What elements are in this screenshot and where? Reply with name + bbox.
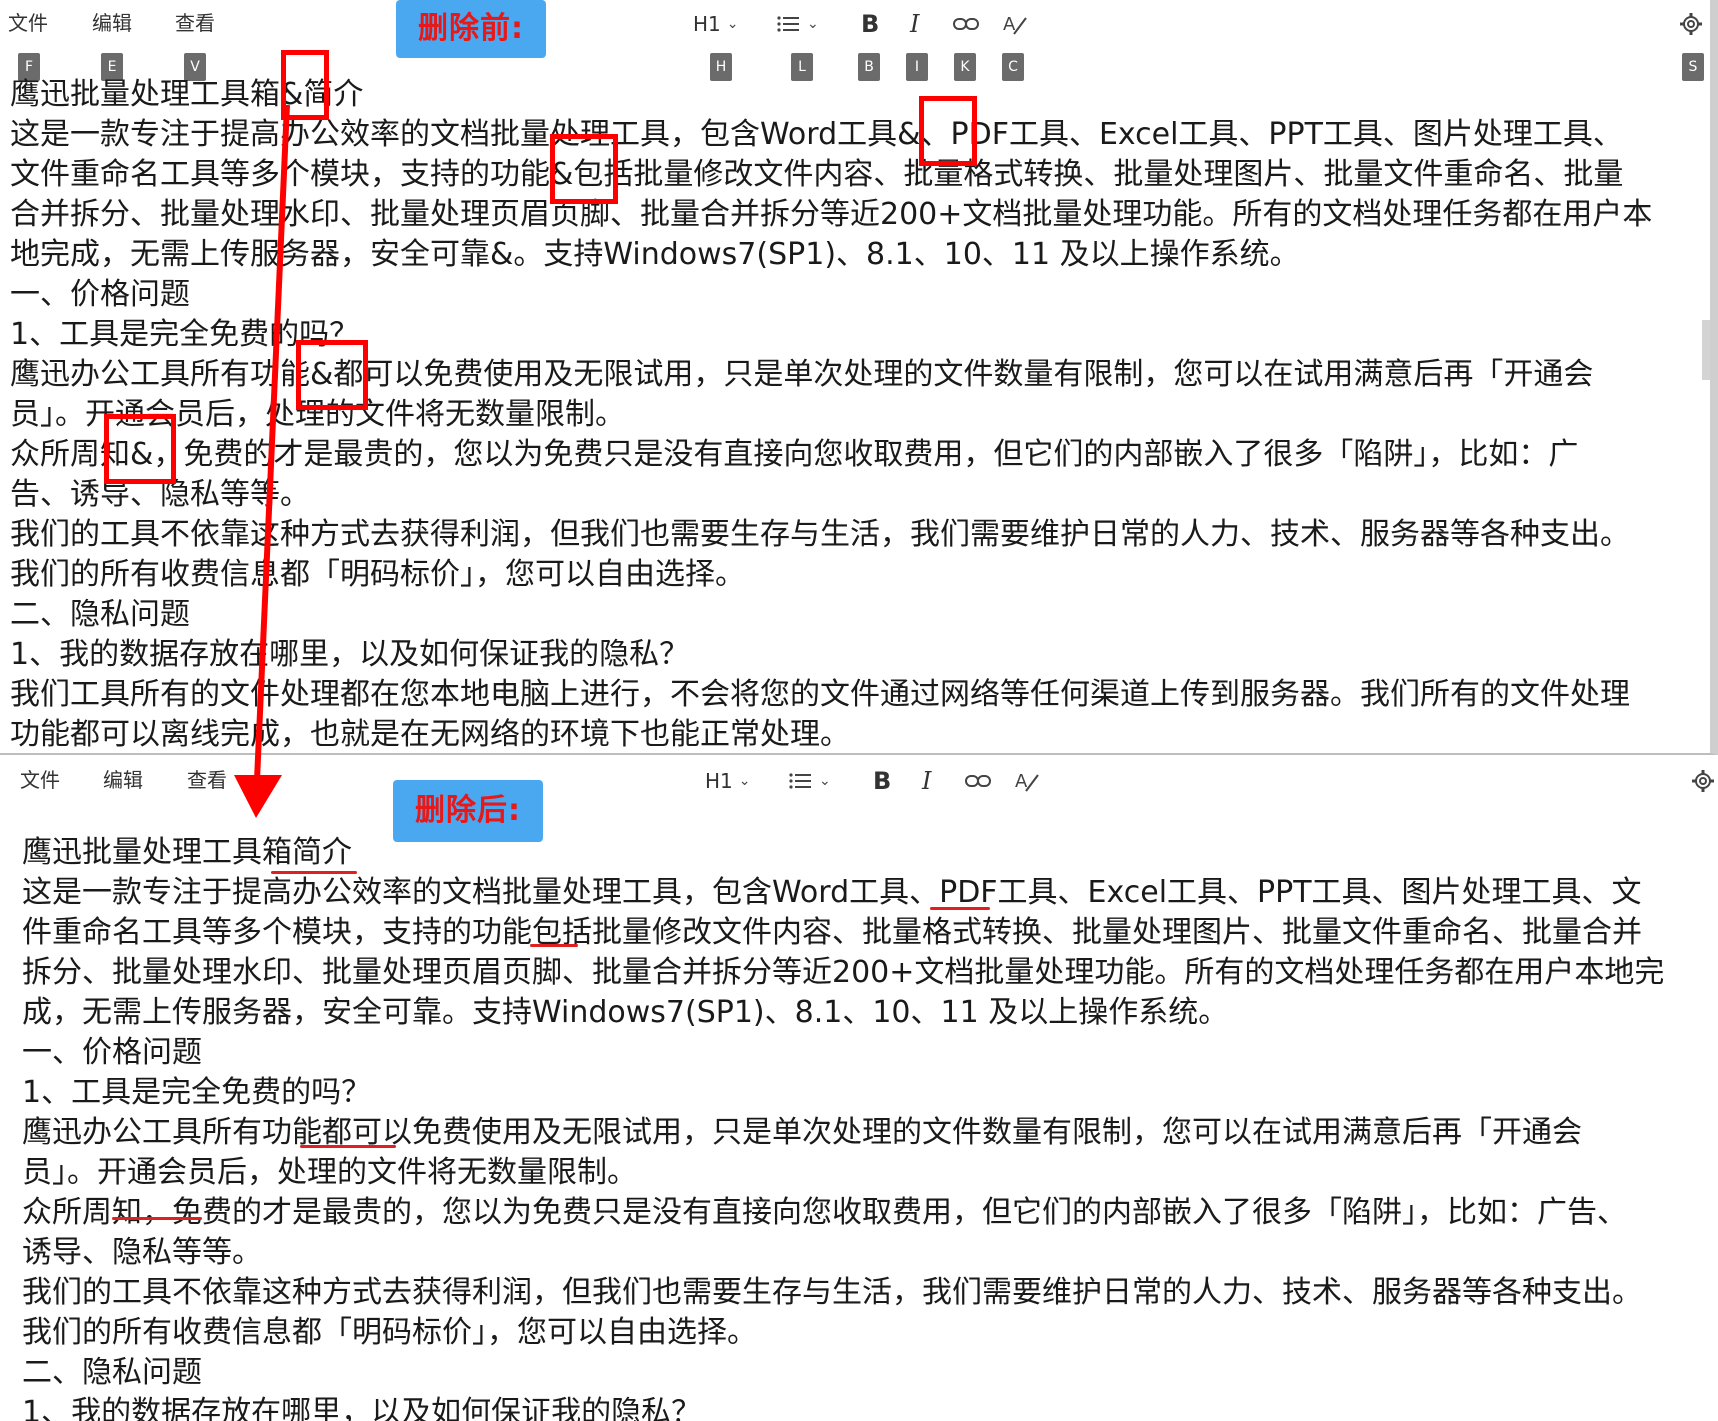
doc-line: 鹰迅办公工具所有功能&都可以免费使用及无限试用，只是单次处理的文件数量有限制，您… xyxy=(10,357,1594,392)
doc-line: 合并拆分、批量处理水印、批量处理页眉页脚、批量合并拆分等近200+文档批量处理功… xyxy=(10,197,1653,232)
heading-dropdown[interactable]: H1 ⌄ xyxy=(705,765,751,797)
italic-label: I xyxy=(910,10,920,38)
doc-line: 众所周知&，免费的才是最贵的，您以为免费只是没有直接向您收取费用，但它们的内部嵌… xyxy=(10,437,1579,472)
removal-underline xyxy=(271,871,357,874)
clear-format-button[interactable]: A xyxy=(1014,765,1040,797)
gear-icon xyxy=(1680,13,1702,35)
document-before[interactable]: 鹰迅批量处理工具箱&简介 这是一款专注于提高办公效率的文档批量处理工具，包含Wo… xyxy=(10,75,1653,753)
doc-line: 1、工具是完全免费的吗？ xyxy=(22,1075,372,1110)
doc-line: 一、价格问题 xyxy=(22,1035,202,1070)
doc-line: 这是一款专注于提高办公效率的文档批量处理工具，包含Word工具&、PDF工具、E… xyxy=(10,117,1623,152)
doc-line: 功能都可以离线完成，也就是在无网络的环境下也能正常处理。 xyxy=(10,717,850,752)
bold-label: B xyxy=(861,10,880,38)
document-after[interactable]: 鹰迅批量处理工具箱简介 这是一款专注于提高办公效率的文档批量处理工具，包含Wor… xyxy=(22,833,1664,1421)
heading-label: H1 xyxy=(705,769,733,793)
doc-line: 地完成，无需上传服务器，安全可靠&。支持Windows7(SP1)、8.1、10… xyxy=(10,237,1300,272)
settings-button[interactable] xyxy=(1692,765,1714,797)
removal-underline xyxy=(300,1145,396,1148)
bold-button[interactable]: B xyxy=(861,8,879,40)
chevron-down-icon: ⌄ xyxy=(726,16,739,32)
doc-line: 我们工具所有的文件处理都在您本地电脑上进行，不会将您的文件通过网络等任何渠道上传… xyxy=(10,677,1630,712)
doc-line: 众所周知，免费的才是最贵的，您以为免费只是没有直接向您收取费用，但它们的内部嵌入… xyxy=(22,1195,1627,1230)
menu-edit[interactable]: 编辑 xyxy=(92,8,132,38)
doc-line: 鹰迅批量处理工具箱&简介 xyxy=(10,77,364,112)
link-button[interactable] xyxy=(965,765,991,797)
doc-line: 这是一款专注于提高办公效率的文档批量处理工具，包含Word工具、PDF工具、Ex… xyxy=(22,875,1642,910)
highlight-box xyxy=(281,50,329,120)
list-dropdown[interactable]: ⌄ xyxy=(777,8,819,40)
italic-label: I xyxy=(922,767,932,795)
highlight-box xyxy=(919,96,977,166)
editor-after: 文件 编辑 查看 H1 ⌄ ⌄ B I A 删除后: 鹰迅批量处理工具箱简介 这… xyxy=(0,757,1718,1421)
list-dropdown[interactable]: ⌄ xyxy=(789,765,831,797)
doc-line: 成，无需上传服务器，安全可靠。支持Windows7(SP1)、8.1、10、11… xyxy=(22,995,1229,1030)
link-button[interactable] xyxy=(953,8,979,40)
menu-view[interactable]: 查看 xyxy=(187,765,227,795)
doc-line: 员」。开通会员后，处理的文件将无数量限制。 xyxy=(10,397,625,432)
bold-label: B xyxy=(873,767,892,795)
doc-line: 二、隐私问题 xyxy=(10,597,190,632)
link-icon xyxy=(953,15,979,33)
clear-format-icon: A xyxy=(1002,12,1028,36)
menu-edit[interactable]: 编辑 xyxy=(103,765,143,795)
doc-line: 员」。开通会员后，处理的文件将无数量限制。 xyxy=(22,1155,637,1190)
doc-line: 告、诱导、隐私等等。 xyxy=(10,477,310,512)
list-icon xyxy=(777,14,801,34)
removal-underline xyxy=(112,1217,202,1220)
removal-underline xyxy=(930,907,990,910)
removal-underline xyxy=(530,944,578,947)
highlight-box xyxy=(104,414,176,484)
list-icon xyxy=(789,771,813,791)
clear-format-button[interactable]: A xyxy=(1002,8,1028,40)
editor-before: 文件 编辑 查看 H1 ⌄ ⌄ B I A F E V H L B I K C … xyxy=(0,0,1718,755)
doc-line: 1、工具是完全免费的吗？ xyxy=(10,317,360,352)
highlight-box xyxy=(296,340,368,410)
link-icon xyxy=(965,772,991,790)
svg-text:A: A xyxy=(1015,771,1028,792)
keytip-settings: S xyxy=(1682,53,1704,81)
doc-line: 一、价格问题 xyxy=(10,277,190,312)
heading-label: H1 xyxy=(693,12,721,36)
doc-line: 件重命名工具等多个模块，支持的功能包括批量修改文件内容、批量格式转换、批量处理图… xyxy=(22,915,1642,950)
heading-dropdown[interactable]: H1 ⌄ xyxy=(693,8,739,40)
chevron-down-icon: ⌄ xyxy=(807,16,819,32)
doc-line: 1、我的数据存放在哪里，以及如何保证我的隐私？ xyxy=(22,1395,702,1421)
bold-button[interactable]: B xyxy=(873,765,891,797)
settings-button[interactable] xyxy=(1680,8,1702,40)
menu-view[interactable]: 查看 xyxy=(175,8,215,38)
chevron-down-icon: ⌄ xyxy=(738,773,751,789)
chevron-down-icon: ⌄ xyxy=(819,773,831,789)
highlight-box xyxy=(550,134,618,204)
doc-line: 1、我的数据存放在哪里，以及如何保证我的隐私？ xyxy=(10,637,690,672)
gear-icon xyxy=(1692,770,1714,792)
italic-button[interactable]: I xyxy=(922,765,931,797)
menu-file[interactable]: 文件 xyxy=(8,8,48,38)
doc-line: 我们的所有收费信息都「明码标价」，您可以自由选择。 xyxy=(22,1315,757,1350)
doc-line: 我们的工具不依靠这种方式去获得利润，但我们也需要生存与生活，我们需要维护日常的人… xyxy=(22,1275,1642,1310)
doc-line: 诱导、隐私等等。 xyxy=(22,1235,262,1270)
scrollbar[interactable] xyxy=(1702,320,1710,380)
svg-text:A: A xyxy=(1003,14,1016,35)
doc-line: 我们的工具不依靠这种方式去获得利润，但我们也需要生存与生活，我们需要维护日常的人… xyxy=(10,517,1630,552)
doc-line: 文件重命名工具等多个模块，支持的功能&包括批量修改文件内容、批量格式转换、批量处… xyxy=(10,157,1624,192)
label-before: 删除前: xyxy=(396,0,546,58)
clear-format-icon: A xyxy=(1014,769,1040,793)
doc-line: 拆分、批量处理水印、批量处理页眉页脚、批量合并拆分等近200+文档批量处理功能。… xyxy=(22,955,1665,990)
menu-file[interactable]: 文件 xyxy=(20,765,60,795)
toolbar-bottom: 文件 编辑 查看 H1 ⌄ ⌄ B I A xyxy=(0,757,1718,807)
doc-line: 我们的所有收费信息都「明码标价」，您可以自由选择。 xyxy=(10,557,745,592)
doc-line: 鹰迅批量处理工具箱简介 xyxy=(22,835,352,870)
doc-line: 二、隐私问题 xyxy=(22,1355,202,1390)
doc-line: 鹰迅办公工具所有功能都可以免费使用及无限试用，只是单次处理的文件数量有限制，您可… xyxy=(22,1115,1582,1150)
italic-button[interactable]: I xyxy=(910,8,919,40)
toolbar-top: 文件 编辑 查看 H1 ⌄ ⌄ B I A xyxy=(0,0,1710,48)
